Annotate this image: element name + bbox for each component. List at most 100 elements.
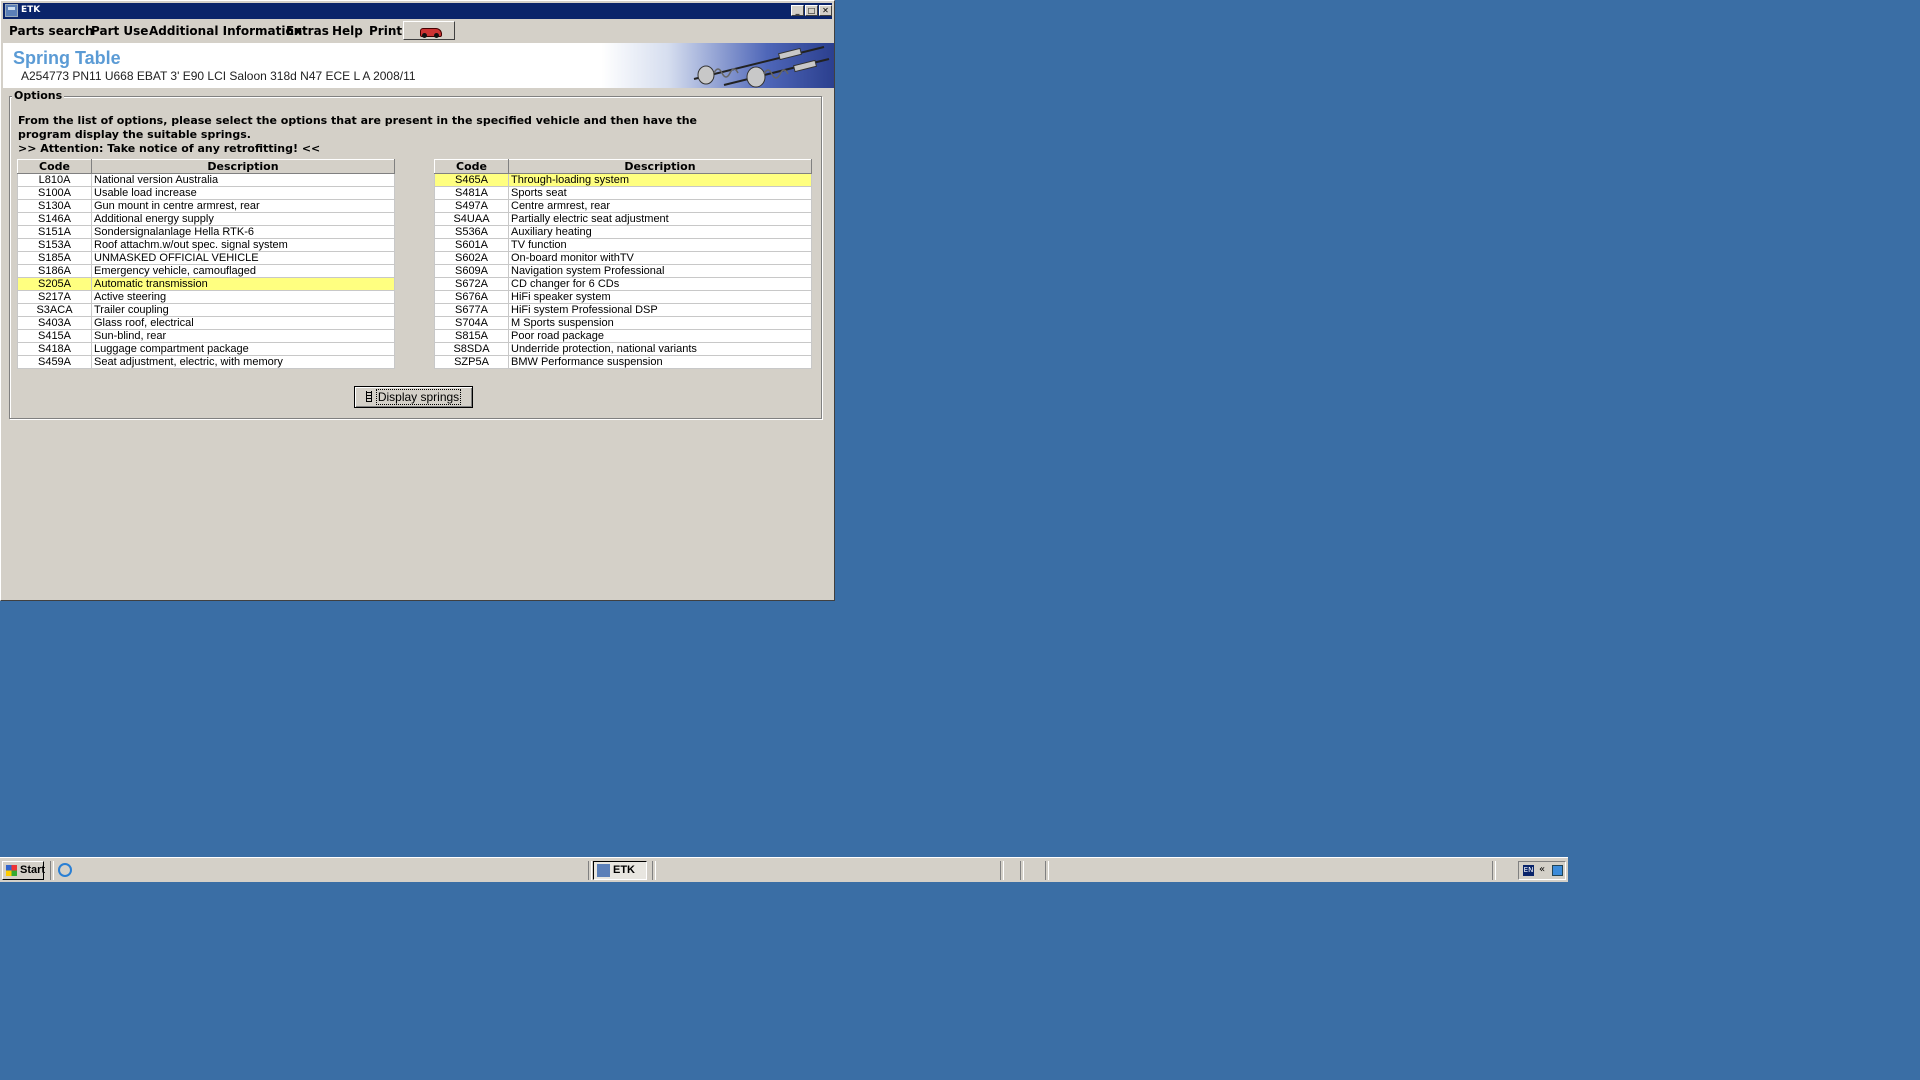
- option-row-s676a[interactable]: S676A HiFi speaker system: [434, 290, 812, 304]
- suspension-parts-illustration: [693, 46, 830, 88]
- title-bar[interactable]: ETK _ □ ✕: [3, 3, 832, 19]
- option-row-s459a[interactable]: S459A Seat adjustment, electric, with mem…: [17, 355, 395, 369]
- menu-help[interactable]: Help: [329, 21, 366, 41]
- option-row-s153a[interactable]: S153A Roof attachm.w/out spec. signal sys…: [17, 238, 395, 252]
- option-description: Centre armrest, rear: [508, 199, 812, 213]
- taskbar-separator: [1000, 861, 1004, 880]
- option-description: Active steering: [91, 290, 395, 304]
- option-row-l810a[interactable]: L810A National version Australia: [17, 173, 395, 187]
- page-header: Spring Table A254773 PN11 U668 EBAT 3' E…: [3, 43, 834, 88]
- option-row-s8sda[interactable]: S8SDA Underride protection, national vari…: [434, 342, 812, 356]
- taskbar-item-etk[interactable]: ETK: [593, 861, 647, 880]
- windows-logo-icon: [6, 865, 17, 876]
- option-row-s146a[interactable]: S146A Additional energy supply: [17, 212, 395, 226]
- minimize-icon[interactable]: _: [791, 5, 804, 16]
- vehicle-button[interactable]: [403, 21, 455, 40]
- option-row-s601a[interactable]: S601A TV function: [434, 238, 812, 252]
- close-icon[interactable]: ✕: [819, 5, 832, 16]
- column-header-code[interactable]: Code: [434, 159, 509, 174]
- option-code: S602A: [434, 251, 509, 265]
- option-description: CD changer for 6 CDs: [508, 277, 812, 291]
- taskbar-separator: [1045, 861, 1049, 880]
- option-description: Additional energy supply: [91, 212, 395, 226]
- menu-parts-search[interactable]: Parts search: [6, 21, 97, 41]
- option-description: Through-loading system: [508, 173, 812, 187]
- column-header-description[interactable]: Description: [91, 159, 395, 174]
- option-code: S153A: [17, 238, 92, 252]
- option-code: S536A: [434, 225, 509, 239]
- option-row-s418a[interactable]: S418A Luggage compartment package: [17, 342, 395, 356]
- option-description: Poor road package: [508, 329, 812, 343]
- menu-part-use[interactable]: Part Use: [88, 21, 151, 41]
- option-description: On-board monitor withTV: [508, 251, 812, 265]
- option-description: UNMASKED OFFICIAL VEHICLE: [91, 251, 395, 265]
- taskbar-separator: [50, 861, 54, 880]
- etk-app-icon[interactable]: [5, 4, 18, 17]
- option-code: S186A: [17, 264, 92, 278]
- option-row-szp5a[interactable]: SZP5A BMW Performance suspension: [434, 355, 812, 369]
- menu-print[interactable]: Print: [366, 21, 405, 41]
- option-row-s151a[interactable]: S151A Sondersignalanlage Hella RTK-6: [17, 225, 395, 239]
- option-row-s536a[interactable]: S536A Auxiliary heating: [434, 225, 812, 239]
- option-description: Sondersignalanlage Hella RTK-6: [91, 225, 395, 239]
- option-row-s415a[interactable]: S415A Sun-blind, rear: [17, 329, 395, 343]
- option-row-s3aca[interactable]: S3ACA Trailer coupling: [17, 303, 395, 317]
- option-code: S403A: [17, 316, 92, 330]
- taskbar-separator: [1020, 861, 1024, 880]
- system-tray: EN «: [1518, 861, 1566, 880]
- option-description: HiFi speaker system: [508, 290, 812, 304]
- option-code: SZP5A: [434, 355, 509, 369]
- option-code: S465A: [434, 173, 509, 187]
- option-code: S151A: [17, 225, 92, 239]
- option-code: S4UAA: [434, 212, 509, 226]
- column-header-description[interactable]: Description: [508, 159, 812, 174]
- option-description: Sun-blind, rear: [91, 329, 395, 343]
- option-row-s704a[interactable]: S704A M Sports suspension: [434, 316, 812, 330]
- option-row-s185a[interactable]: S185A UNMASKED OFFICIAL VEHICLE: [17, 251, 395, 265]
- option-row-s217a[interactable]: S217A Active steering: [17, 290, 395, 304]
- tray-expand-chevron-icon[interactable]: «: [1539, 864, 1545, 875]
- option-row-s130a[interactable]: S130A Gun mount in centre armrest, rear: [17, 199, 395, 213]
- option-code: S205A: [17, 277, 92, 291]
- display-springs-button[interactable]: Display springs: [354, 386, 473, 408]
- option-row-s609a[interactable]: S609A Navigation system Professional: [434, 264, 812, 278]
- vehicle-identification: A254773 PN11 U668 EBAT 3' E90 LCI Saloon…: [21, 69, 416, 83]
- option-row-s465a[interactable]: S465A Through-loading system: [434, 173, 812, 187]
- option-row-s497a[interactable]: S497A Centre armrest, rear: [434, 199, 812, 213]
- column-header-code[interactable]: Code: [17, 159, 92, 174]
- option-description: Auxiliary heating: [508, 225, 812, 239]
- option-description: Emergency vehicle, camouflaged: [91, 264, 395, 278]
- option-description: TV function: [508, 238, 812, 252]
- start-label: Start: [20, 864, 46, 876]
- option-row-s672a[interactable]: S672A CD changer for 6 CDs: [434, 277, 812, 291]
- language-indicator[interactable]: EN: [1523, 865, 1534, 876]
- option-row-s677a[interactable]: S677A HiFi system Professional DSP: [434, 303, 812, 317]
- option-row-s602a[interactable]: S602A On-board monitor withTV: [434, 251, 812, 265]
- network-icon[interactable]: [1552, 865, 1563, 876]
- option-row-s205a[interactable]: S205A Automatic transmission: [17, 277, 395, 291]
- option-description: Automatic transmission: [91, 277, 395, 291]
- window-title: ETK: [21, 5, 41, 15]
- option-code: S3ACA: [17, 303, 92, 317]
- option-code: S185A: [17, 251, 92, 265]
- maximize-icon[interactable]: □: [805, 5, 818, 16]
- option-row-s4uaa[interactable]: S4UAA Partially electric seat adjustment: [434, 212, 812, 226]
- option-row-s481a[interactable]: S481A Sports seat: [434, 186, 812, 200]
- spring-icon: [365, 391, 372, 402]
- option-row-s100a[interactable]: S100A Usable load increase: [17, 186, 395, 200]
- menu-extras[interactable]: Extras: [283, 21, 332, 41]
- ie-icon[interactable]: [58, 863, 72, 877]
- option-code: S130A: [17, 199, 92, 213]
- taskbar-separator: [588, 861, 592, 880]
- option-row-s186a[interactable]: S186A Emergency vehicle, camouflaged: [17, 264, 395, 278]
- option-description: BMW Performance suspension: [508, 355, 812, 369]
- start-button[interactable]: Start: [2, 861, 46, 880]
- instructions: From the list of options, please select …: [18, 114, 697, 156]
- menu-additional-information[interactable]: Additional Information: [146, 21, 305, 41]
- option-description: Underride protection, national variants: [508, 342, 812, 356]
- option-row-s815a[interactable]: S815A Poor road package: [434, 329, 812, 343]
- option-code: S100A: [17, 186, 92, 200]
- option-row-s403a[interactable]: S403A Glass roof, electrical: [17, 316, 395, 330]
- option-description: M Sports suspension: [508, 316, 812, 330]
- option-code: S459A: [17, 355, 92, 369]
